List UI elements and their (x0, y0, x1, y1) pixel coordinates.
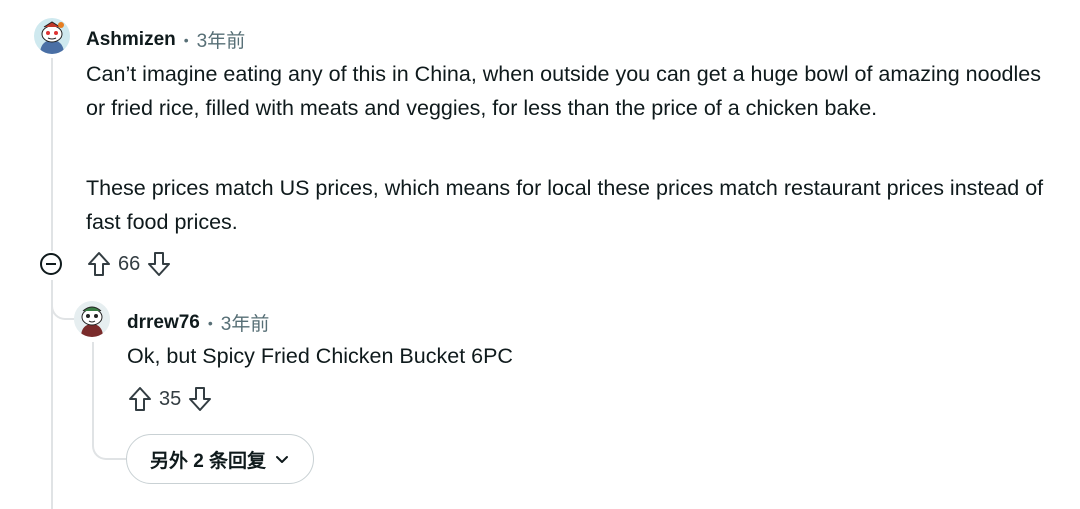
snoo-avatar-icon (74, 301, 110, 337)
downvote-button[interactable] (146, 250, 172, 278)
reply-thread-line[interactable] (92, 342, 94, 437)
avatar[interactable] (34, 18, 70, 54)
downvote-icon (148, 252, 171, 276)
upvote-icon (129, 387, 151, 411)
vote-bar: 35 (127, 385, 213, 413)
downvote-button[interactable] (187, 385, 213, 413)
comment-meta: drrew76 • 3年前 (127, 309, 269, 336)
more-replies-label: 另外 2 条回复 (149, 450, 267, 472)
author-name[interactable]: Ashmizen (86, 29, 176, 51)
collapse-thread-button[interactable] (40, 253, 62, 275)
thread-line[interactable] (51, 58, 53, 251)
thread-connector (92, 430, 128, 460)
vote-score: 66 (118, 252, 141, 275)
meta-separator: • (207, 314, 213, 331)
comment-paragraph: These prices match US prices, which mean… (86, 176, 1044, 234)
chevron-down-icon (274, 451, 290, 467)
minus-icon (46, 263, 56, 265)
author-name[interactable]: drrew76 (127, 312, 200, 334)
upvote-icon (88, 252, 110, 276)
snoo-avatar-icon (34, 18, 70, 54)
reply-text: Ok, but Spicy Fried Chicken Bucket 6PC (127, 344, 513, 368)
comment-meta: Ashmizen • 3年前 (86, 26, 245, 53)
timestamp[interactable]: 3年前 (197, 26, 246, 53)
upvote-button[interactable] (127, 385, 153, 413)
comment-thread: Ashmizen • 3年前 Can’t imagine eating any … (0, 0, 1080, 509)
avatar[interactable] (74, 301, 110, 337)
meta-separator: • (183, 31, 189, 48)
timestamp[interactable]: 3年前 (221, 309, 270, 336)
comment-paragraph: Can’t imagine eating any of this in Chin… (86, 62, 1041, 120)
more-replies-button[interactable]: 另外 2 条回复 (126, 434, 314, 484)
downvote-icon (189, 387, 212, 411)
thread-connector (51, 290, 75, 320)
thread-line[interactable] (51, 280, 53, 509)
upvote-button[interactable] (86, 250, 112, 278)
vote-bar: 66 (86, 250, 172, 278)
vote-score: 35 (159, 387, 182, 410)
